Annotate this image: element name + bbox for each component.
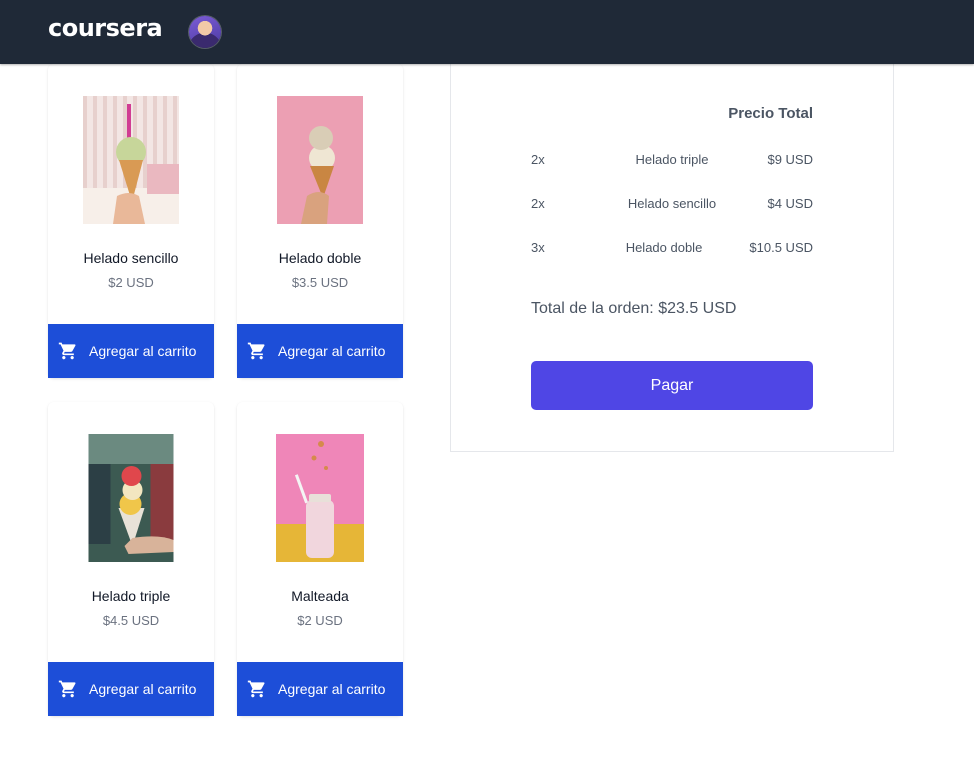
shopping-cart-icon [58, 680, 76, 698]
product-image-helado-triple [88, 434, 174, 562]
product-price: $4.5 USD [102, 613, 160, 628]
product-card-helado-doble: Helado doble $3.5 USD Agregar al carrito [237, 64, 403, 378]
item-price: $10.5 USD [749, 240, 813, 255]
add-to-cart-button-malteada[interactable]: Agregar al carrito [237, 662, 403, 716]
product-image-helado-sencillo [83, 96, 179, 224]
product-name: Helado triple [91, 588, 171, 604]
order-summary-panel: Precio Total 2x Helado triple $9 USD 2x … [450, 64, 894, 452]
pay-button[interactable]: Pagar [531, 361, 813, 410]
add-to-cart-button-helado-sencillo[interactable]: Agregar al carrito [48, 324, 214, 378]
add-to-cart-button-helado-doble[interactable]: Agregar al carrito [237, 324, 403, 378]
item-price: $4 USD [767, 196, 813, 211]
item-price: $9 USD [767, 152, 813, 167]
product-card-helado-sencillo: Helado sencillo $2 USD Agregar al carrit… [48, 64, 214, 378]
product-name: Helado sencillo [83, 250, 179, 266]
add-to-cart-label: Agregar al carrito [89, 343, 197, 359]
product-image-helado-doble [277, 96, 363, 224]
add-to-cart-button-helado-triple[interactable]: Agregar al carrito [48, 662, 214, 716]
product-card-malteada: Malteada $2 USD Agregar al carrito [237, 402, 403, 716]
product-name: Malteada [291, 588, 349, 604]
coursera-logo[interactable]: coursera [48, 14, 163, 42]
product-name: Helado doble [278, 250, 362, 266]
product-card-helado-triple: Helado triple $4.5 USD Agregar al carrit… [48, 402, 214, 716]
shopping-cart-icon [58, 342, 76, 360]
product-price: $3.5 USD [291, 275, 349, 290]
product-price: $2 USD [108, 275, 154, 290]
product-image-malteada [276, 434, 364, 562]
user-avatar[interactable] [189, 16, 221, 48]
summary-title: Precio Total [728, 105, 813, 122]
add-to-cart-label: Agregar al carrito [278, 681, 386, 697]
shopping-cart-icon [247, 680, 265, 698]
top-navigation-bar: coursera [0, 0, 974, 64]
product-price: $2 USD [297, 613, 343, 628]
add-to-cart-label: Agregar al carrito [89, 681, 197, 697]
summary-line-item: 2x Helado triple $9 USD [531, 152, 813, 172]
summary-line-item: 2x Helado sencillo $4 USD [531, 196, 813, 216]
add-to-cart-label: Agregar al carrito [278, 343, 386, 359]
order-total: Total de la orden: $23.5 USD [531, 300, 737, 317]
summary-line-item: 3x Helado doble $10.5 USD [531, 240, 813, 260]
shopping-cart-icon [247, 342, 265, 360]
